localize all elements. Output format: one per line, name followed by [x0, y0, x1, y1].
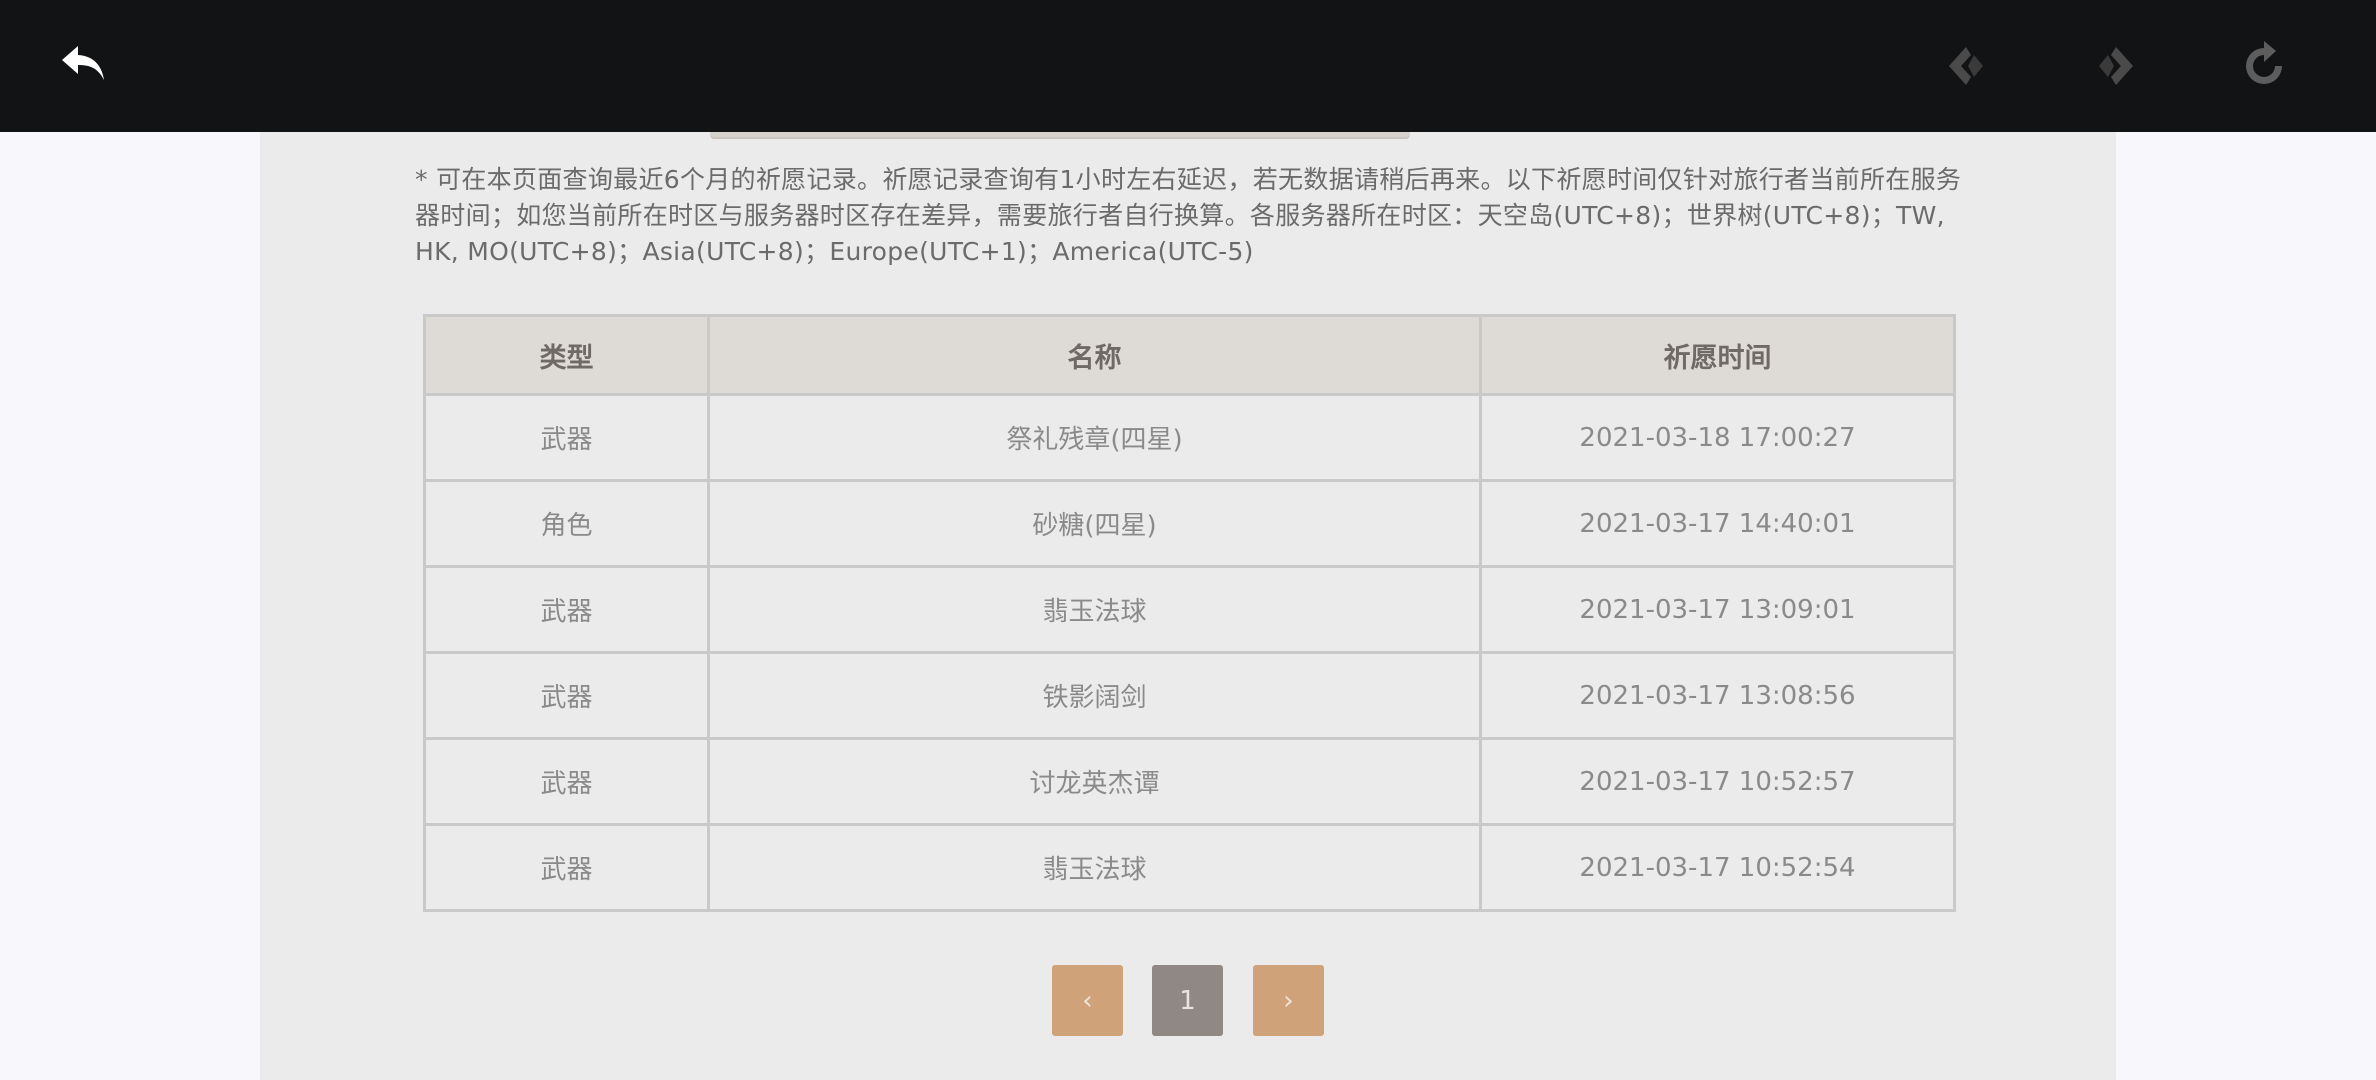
row-type: 武器: [423, 565, 710, 654]
row-type: 角色: [423, 479, 710, 568]
row-time: 2021-03-17 14:40:01: [1479, 479, 1956, 568]
row-type: 武器: [423, 393, 710, 482]
row-time: 2021-03-17 13:09:01: [1479, 565, 1956, 654]
nav-prev-icon: [1949, 47, 1983, 85]
header-time: 祈愿时间: [1479, 314, 1956, 396]
row-type: 武器: [423, 823, 710, 912]
table-row: 武器 铁影阔剑 2021-03-17 13:08:56: [423, 651, 1956, 740]
notice-text: * 可在本页面查询最近6个月的祈愿记录。祈愿记录查询有1小时左右延迟，若无数据请…: [415, 165, 1962, 266]
back-arrow-icon: [62, 46, 104, 80]
row-type: 武器: [423, 737, 710, 826]
prev-page-button[interactable]: ‹: [1052, 965, 1123, 1036]
table-row: 角色 砂糖(四星) 2021-03-17 14:40:01: [423, 479, 1956, 568]
wish-records-table: 类型 名称 祈愿时间 武器 祭礼残章(四星) 2021-03-18 17:00:…: [423, 314, 1956, 912]
browser-toolbar: [0, 0, 2376, 132]
chevron-left-icon: ‹: [1082, 985, 1093, 1016]
reload-icon: [2246, 41, 2282, 84]
chevron-right-icon: ›: [1283, 985, 1294, 1016]
table-row: 武器 翡玉法球 2021-03-17 13:09:01: [423, 565, 1956, 654]
reload-button[interactable]: [2228, 30, 2300, 102]
table-header-row: 类型 名称 祈愿时间: [423, 314, 1956, 396]
row-name: 翡玉法球: [707, 565, 1482, 654]
row-time: 2021-03-18 17:00:27: [1479, 393, 1956, 482]
header-type: 类型: [423, 314, 710, 396]
current-page-number: 1: [1179, 985, 1196, 1016]
row-name: 讨龙英杰谭: [707, 737, 1482, 826]
current-page-button[interactable]: 1: [1152, 965, 1223, 1036]
row-name: 砂糖(四星): [707, 479, 1482, 568]
row-time: 2021-03-17 10:52:54: [1479, 823, 1956, 912]
row-name: 祭礼残章(四星): [707, 393, 1482, 482]
row-name: 翡玉法球: [707, 823, 1482, 912]
row-time: 2021-03-17 10:52:57: [1479, 737, 1956, 826]
row-name: 铁影阔剑: [707, 651, 1482, 740]
table-row: 武器 翡玉法球 2021-03-17 10:52:54: [423, 823, 1956, 912]
table-row: 武器 祭礼残章(四星) 2021-03-18 17:00:27: [423, 393, 1956, 482]
filter-bar-edge: [710, 132, 1410, 139]
row-type: 武器: [423, 651, 710, 740]
wish-history-page: * 可在本页面查询最近6个月的祈愿记录。祈愿记录查询有1小时左右延迟，若无数据请…: [260, 132, 2116, 1080]
row-time: 2021-03-17 13:08:56: [1479, 651, 1956, 740]
nav-next-button[interactable]: [2080, 30, 2152, 102]
nav-prev-button[interactable]: [1930, 30, 2002, 102]
pagination: ‹ 1 ›: [260, 965, 2116, 1037]
header-name: 名称: [707, 314, 1482, 396]
table-row: 武器 讨龙英杰谭 2021-03-17 10:52:57: [423, 737, 1956, 826]
nav-next-icon: [2099, 47, 2133, 85]
back-button[interactable]: [48, 30, 120, 102]
next-page-button[interactable]: ›: [1253, 965, 1324, 1036]
